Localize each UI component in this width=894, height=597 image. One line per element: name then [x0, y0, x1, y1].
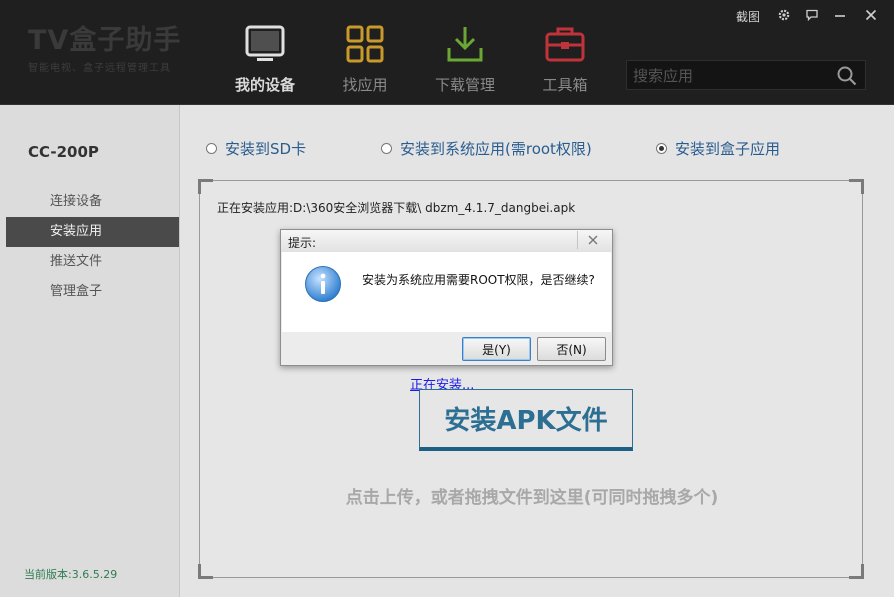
app-window: TV盒子助手 智能电视、盒子远程管理工具 我的设备 找应用 下载管理 工具箱 搜…: [0, 0, 894, 597]
radio-button-selected-icon: [656, 143, 667, 154]
nav-label: 下载管理: [434, 76, 495, 94]
device-name: CC-200P: [28, 143, 99, 161]
nav-toolbox[interactable]: 工具箱: [520, 22, 610, 95]
installing-path-text: 正在安装应用:D:\360安全浏览器下载\ dbzm_4.1.7_dangbei…: [217, 201, 576, 215]
sidebar-item-connect-device[interactable]: 连接设备: [6, 187, 179, 217]
corner-marker: [849, 179, 864, 194]
radio-install-system-app[interactable]: 安装到系统应用(需root权限): [381, 138, 592, 159]
radio-install-sd-card[interactable]: 安装到SD卡: [206, 138, 306, 159]
radio-button-icon: [381, 143, 392, 154]
dialog-close-button[interactable]: [577, 231, 608, 249]
nav-label: 工具箱: [542, 76, 588, 94]
radio-button-icon: [206, 143, 217, 154]
nav-download-manager[interactable]: 下载管理: [420, 22, 510, 95]
search-input[interactable]: [631, 63, 835, 89]
screenshot-label: 截图: [735, 9, 760, 24]
dialog-message: 安装为系统应用需要ROOT权限，是否继续?: [362, 273, 595, 287]
sidebar-item-install-apps[interactable]: 安装应用: [6, 217, 179, 247]
corner-marker: [849, 564, 864, 579]
sidebar: CC-200P 连接设备 安装应用 推送文件 管理盒子 当前版本:3.6.5.2…: [0, 105, 180, 597]
gear-icon: [777, 8, 791, 25]
header-bar: TV盒子助手 智能电视、盒子远程管理工具 我的设备 找应用 下载管理 工具箱 搜…: [0, 0, 894, 105]
sidebar-item-manage-box[interactable]: 管理盒子: [6, 277, 179, 307]
nav-label: 找应用: [342, 76, 388, 94]
drop-hint-text: 点击上传，或者拖拽文件到这里(可同时拖拽多个): [345, 488, 719, 508]
settings-button[interactable]: [772, 6, 796, 26]
nav-label: 我的设备: [234, 76, 295, 94]
radio-label: 安装到系统应用(需root权限): [400, 140, 592, 158]
confirm-dialog: 提示: 安装为系统应用需要ROOT权限，是否继续? 是(Y) 否(N): [280, 229, 613, 366]
nav-find-apps[interactable]: 找应用: [320, 22, 410, 95]
nav-my-devices[interactable]: 我的设备: [220, 22, 310, 95]
toolbox-icon: [543, 22, 587, 66]
no-button[interactable]: 否(N): [537, 337, 606, 361]
app-logo: TV盒子助手 智能电视、盒子远程管理工具: [28, 25, 182, 75]
close-icon: [587, 231, 599, 250]
chat-bubble-icon: [805, 8, 819, 25]
search-box: [626, 60, 866, 90]
logo-title: TV盒子助手: [28, 25, 182, 56]
sidebar-item-label: 推送文件: [50, 254, 103, 269]
close-button[interactable]: [858, 6, 884, 26]
tv-icon: [243, 22, 287, 66]
dialog-title: 提示:: [288, 236, 317, 250]
sidebar-item-label: 管理盒子: [50, 284, 103, 299]
sidebar-item-label: 连接设备: [50, 194, 103, 209]
close-icon: [864, 8, 878, 25]
grid-icon: [343, 22, 387, 66]
dialog-title-bar: 提示:: [281, 230, 612, 252]
yes-button[interactable]: 是(Y): [462, 337, 531, 361]
sidebar-item-label: 安装应用: [50, 224, 103, 239]
feedback-button[interactable]: [800, 6, 824, 26]
corner-marker: [198, 179, 213, 194]
version-label: 当前版本:3.6.5.29: [24, 568, 118, 581]
dialog-body: 安装为系统应用需要ROOT权限，是否继续?: [282, 252, 611, 332]
minimize-button[interactable]: [828, 6, 852, 26]
radio-label: 安装到SD卡: [225, 140, 307, 158]
info-icon: [304, 265, 342, 307]
minimize-icon: [833, 8, 847, 25]
radio-install-box-app[interactable]: 安装到盒子应用: [656, 138, 780, 159]
sidebar-item-push-files[interactable]: 推送文件: [6, 247, 179, 277]
radio-label: 安装到盒子应用: [675, 140, 781, 158]
screenshot-button[interactable]: 截图: [732, 6, 764, 26]
download-icon: [443, 22, 487, 66]
search-icon[interactable]: [837, 66, 857, 90]
corner-marker: [198, 564, 213, 579]
install-apk-button[interactable]: 安装APK文件: [419, 389, 633, 451]
logo-subtitle: 智能电视、盒子远程管理工具: [28, 63, 171, 74]
